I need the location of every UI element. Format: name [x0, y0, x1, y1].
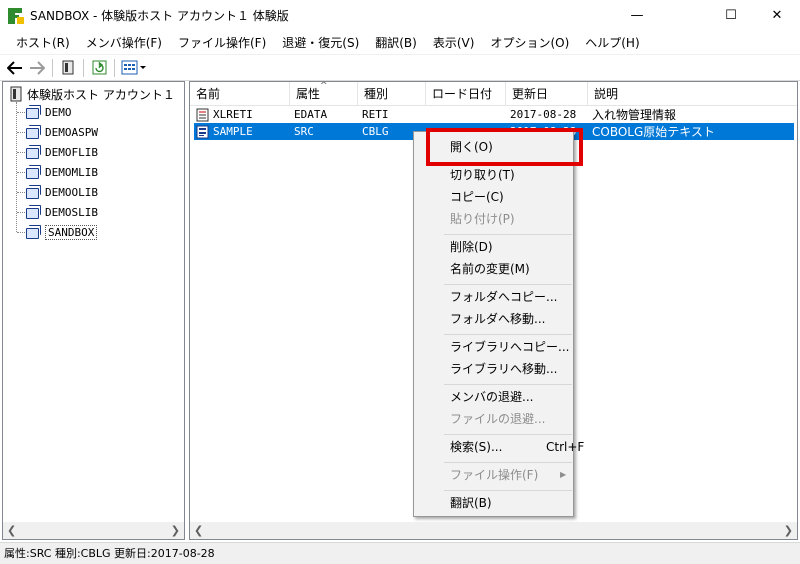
back-arrow-icon[interactable] — [4, 57, 26, 79]
cell-attr: EDATA — [294, 108, 328, 121]
ctx-separator — [444, 434, 572, 435]
ctx-search-shortcut: Ctrl+F — [546, 440, 585, 454]
context-menu: 開く(O) 切り取り(T) コピー(C) 貼り付け(P) 削除(D) 名前の変更… — [413, 131, 584, 517]
menu-bar: ホスト(R) メンバ操作(F) ファイル操作(F) 退避・復元(S) 翻訳(B)… — [0, 31, 800, 55]
menu-help[interactable]: ヘルプ(H) — [577, 32, 647, 54]
menu-backup-restore[interactable]: 退避・復元(S) — [274, 32, 367, 54]
ctx-move-to-library[interactable]: ライブラリへ移動... — [450, 360, 557, 378]
ctx-copy[interactable]: コピー(C) — [450, 188, 504, 206]
ctx-separator — [444, 384, 572, 385]
title-bar: SANDBOX - 体験版ホスト アカウント１ 体験版 — ☐ ✕ — [0, 0, 800, 31]
refresh-icon[interactable] — [88, 57, 110, 79]
ctx-copy-to-folder[interactable]: フォルダへコピー... — [450, 288, 557, 306]
tree-item-demoaspw[interactable]: DEMOASPW — [25, 123, 98, 141]
tree-item-demoslib[interactable]: DEMOSLIB — [25, 203, 98, 221]
cell-description: COBOLG原始テキスト — [592, 125, 715, 139]
tree-item-demo[interactable]: DEMO — [25, 103, 72, 121]
ctx-paste[interactable]: 貼り付け(P) — [450, 210, 515, 228]
cell-attr: SRC — [294, 125, 314, 138]
ctx-file-ops[interactable]: ファイル操作(F) ▶ — [450, 466, 568, 484]
tree-item-demoflib[interactable]: DEMOFLIB — [25, 143, 98, 161]
ctx-delete[interactable]: 削除(D) — [450, 238, 493, 256]
column-header-load-date[interactable]: ロード日付 — [426, 82, 506, 106]
column-header-kind[interactable]: 種別 — [358, 82, 426, 106]
ctx-separator — [444, 334, 572, 335]
ctx-move-to-folder[interactable]: フォルダへ移動... — [450, 310, 545, 328]
ctx-separator — [444, 490, 572, 491]
tree-horizontal-scrollbar[interactable]: ❮ ❯ — [3, 522, 184, 539]
tree-item-demoolib[interactable]: DEMOOLIB — [25, 183, 98, 201]
library-icon — [25, 105, 41, 119]
library-icon — [25, 165, 41, 179]
library-icon — [25, 185, 41, 199]
ctx-search[interactable]: 検索(S)... Ctrl+F — [450, 438, 584, 456]
close-button[interactable]: ✕ — [754, 0, 800, 31]
toolbar-separator — [114, 58, 115, 77]
data-file-icon — [196, 108, 210, 122]
menu-translate[interactable]: 翻訳(B) — [367, 32, 425, 54]
list-row[interactable]: XLRETI EDATA RETI 2017-08-28 入れ物管理情報 — [194, 106, 794, 123]
scroll-left-icon[interactable]: ❮ — [194, 524, 203, 537]
column-header-name[interactable]: 名前 — [190, 82, 290, 106]
host-server-icon — [10, 86, 22, 102]
ctx-cut[interactable]: 切り取り(T) — [450, 166, 515, 184]
sort-ascending-icon: ^ — [320, 81, 328, 91]
minimize-button[interactable]: — — [614, 0, 660, 31]
library-icon — [25, 205, 41, 219]
library-icon — [25, 125, 41, 139]
host-tree-pane[interactable]: 体験版ホスト アカウント１ DEMO DEMOASPW DEMOFLIB DEM… — [2, 81, 185, 540]
submenu-arrow-icon: ▶ — [560, 470, 567, 479]
toolbar — [0, 55, 800, 81]
ctx-backup-member[interactable]: メンバの退避... — [450, 388, 533, 406]
list-header: 名前 ^ 属性 種別 ロード日付 更新日 説明 — [190, 82, 797, 106]
source-file-icon — [196, 125, 210, 139]
menu-host[interactable]: ホスト(R) — [8, 32, 78, 54]
forward-arrow-icon[interactable] — [26, 57, 48, 79]
ctx-translate[interactable]: 翻訳(B) — [450, 494, 492, 512]
tree-item-demomlib[interactable]: DEMOMLIB — [25, 163, 98, 181]
scroll-left-icon[interactable]: ❮ — [7, 524, 16, 537]
cell-updated: 2017-08-28 — [510, 108, 577, 121]
menu-options[interactable]: オプション(O) — [482, 32, 577, 54]
tree-root-label: 体験版ホスト アカウント１ — [27, 87, 175, 102]
cell-name: XLRETI — [213, 108, 253, 121]
ctx-separator — [444, 234, 572, 235]
scroll-right-icon[interactable]: ❯ — [171, 524, 180, 537]
window-title: SANDBOX - 体験版ホスト アカウント１ 体験版 — [30, 9, 289, 23]
ctx-separator — [444, 462, 572, 463]
properties-icon[interactable] — [57, 57, 79, 79]
toolbar-separator — [52, 58, 53, 77]
app-logo-icon — [8, 7, 24, 24]
column-header-updated[interactable]: 更新日 — [506, 82, 588, 106]
menu-member-ops[interactable]: メンバ操作(F) — [78, 32, 170, 54]
highlight-annotation — [426, 128, 583, 166]
maximize-button[interactable]: ☐ — [708, 0, 754, 31]
menu-file-ops[interactable]: ファイル操作(F) — [170, 32, 274, 54]
column-header-attr[interactable]: ^ 属性 — [290, 82, 358, 106]
ctx-rename[interactable]: 名前の変更(M) — [450, 260, 530, 278]
tree-item-sandbox[interactable]: SANDBOX — [25, 223, 98, 241]
view-mode-icon[interactable] — [119, 57, 149, 79]
list-horizontal-scrollbar[interactable]: ❮ ❯ — [190, 522, 797, 539]
ctx-copy-to-library[interactable]: ライブラリへコピー... — [450, 338, 569, 356]
ctx-backup-file[interactable]: ファイルの退避... — [450, 410, 545, 428]
library-icon — [25, 145, 41, 159]
tree-root-host[interactable]: 体験版ホスト アカウント１ — [9, 85, 175, 103]
scroll-right-icon[interactable]: ❯ — [784, 524, 793, 537]
cell-kind: RETI — [362, 108, 389, 121]
toolbar-separator — [83, 58, 84, 77]
library-icon — [25, 225, 41, 239]
column-header-description[interactable]: 説明 — [588, 82, 768, 106]
cell-name: SAMPLE — [213, 125, 253, 138]
status-bar: 属性:SRC 種別:CBLG 更新日:2017-08-28 — [0, 542, 800, 564]
cell-description: 入れ物管理情報 — [592, 108, 677, 122]
menu-view[interactable]: 表示(V) — [425, 32, 483, 54]
ctx-separator — [444, 284, 572, 285]
